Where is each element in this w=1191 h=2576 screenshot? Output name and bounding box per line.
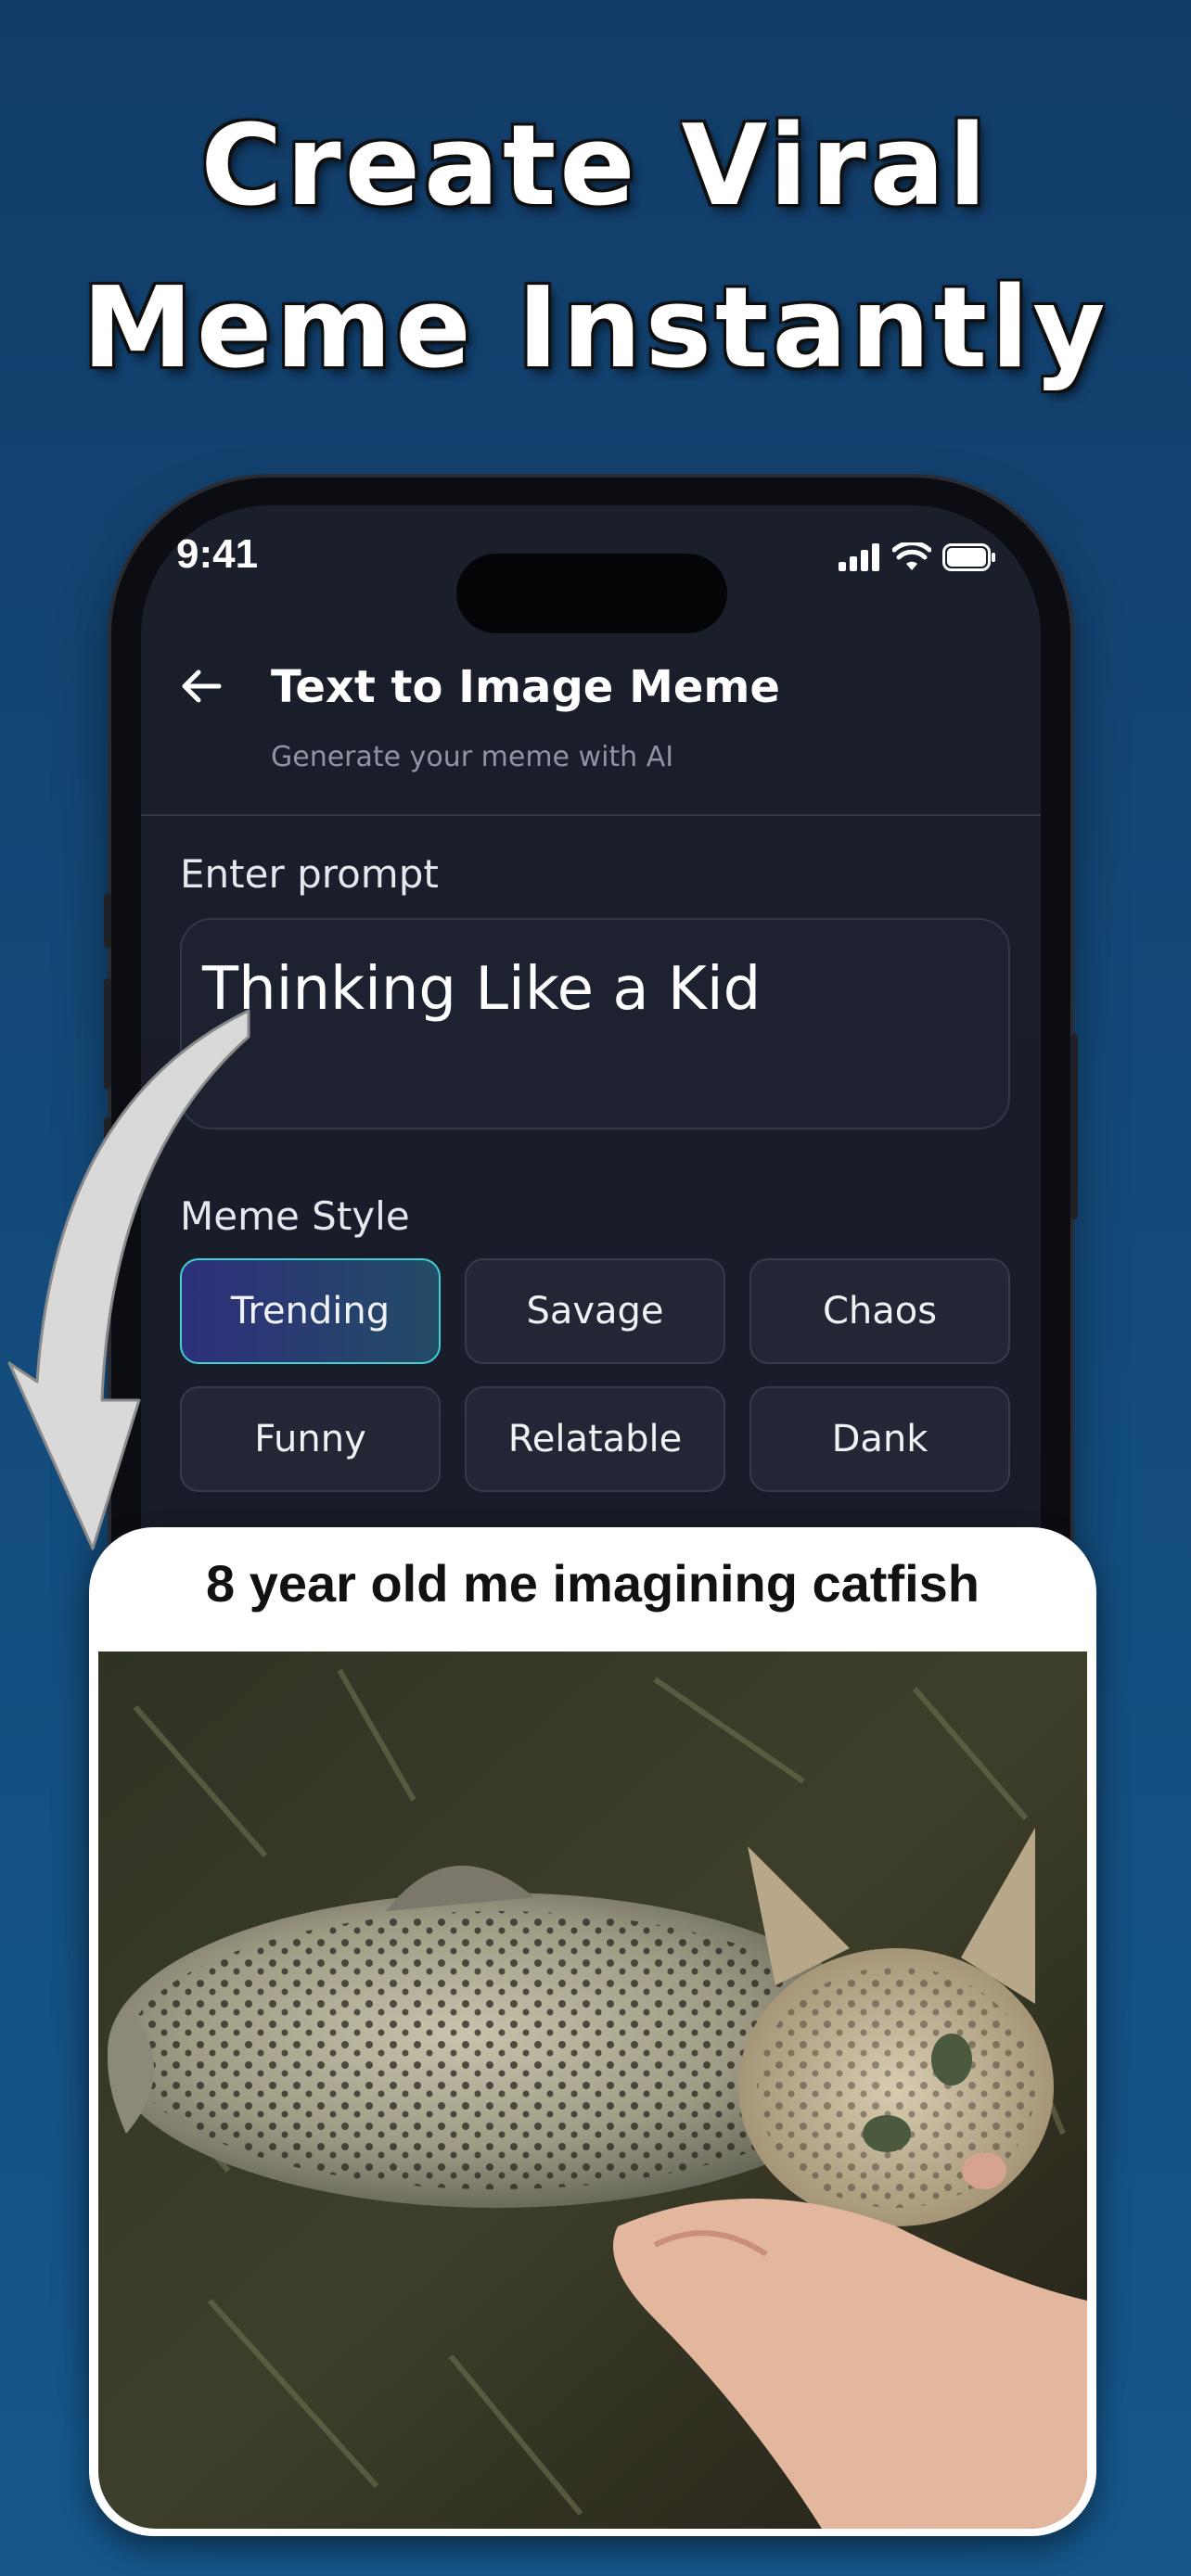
catfish-image (98, 1651, 1087, 2529)
phone-mute-button (104, 893, 111, 949)
arrow-left-icon (182, 670, 222, 703)
headline-line-2: Meme Instantly (82, 264, 1109, 393)
headline-line-1: Create Viral (200, 102, 991, 231)
prompt-input-value: Thinking Like a Kid (202, 955, 762, 1024)
wifi-icon (892, 542, 931, 570)
prompt-label: Enter prompt (180, 851, 439, 897)
meme-result-card[interactable]: 8 year old me imagining catfish (89, 1527, 1096, 2536)
status-time: 9:41 (176, 531, 259, 577)
page-title: Text to Image Meme (271, 661, 780, 713)
header-divider (141, 814, 1041, 816)
promo-headline: Create Viral Meme Instantly (0, 85, 1191, 410)
prompt-input[interactable]: Thinking Like a Kid (180, 918, 1010, 1129)
style-chip-savage[interactable]: Savage (465, 1258, 725, 1364)
page-subtitle: Generate your meme with AI (271, 741, 674, 773)
style-chip-relatable[interactable]: Relatable (465, 1386, 725, 1492)
curved-arrow-icon (0, 992, 260, 1571)
signal-icon (839, 543, 879, 571)
battery-icon (942, 543, 995, 571)
back-button[interactable] (176, 661, 226, 715)
dynamic-island (456, 554, 727, 633)
phone-power-button (1070, 1034, 1078, 1219)
style-chip-dank[interactable]: Dank (749, 1386, 1010, 1492)
style-chip-chaos[interactable]: Chaos (749, 1258, 1010, 1364)
status-icons (839, 539, 996, 576)
